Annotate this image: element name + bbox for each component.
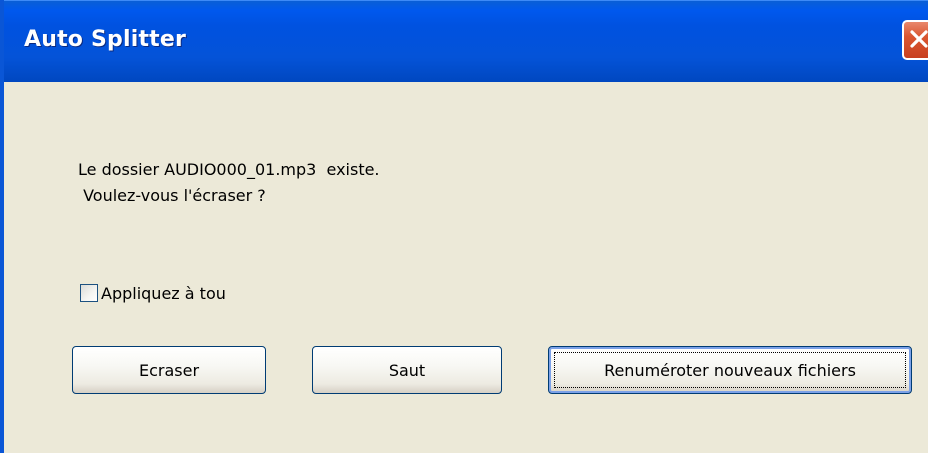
renumber-files-button[interactable]: Renuméroter nouveaux fichiers	[548, 346, 912, 394]
title-bar[interactable]: Auto Splitter	[4, 0, 928, 82]
apply-all-checkbox[interactable]	[80, 284, 98, 302]
message-line-2: Voulez-vous l'écraser ?	[78, 186, 266, 205]
close-button[interactable]	[902, 20, 928, 60]
dialog-window: Auto Splitter Le dossier AUDIO000_01.mp3…	[0, 0, 928, 453]
message-line-1: Le dossier AUDIO000_01.mp3 existe.	[78, 160, 380, 179]
renumber-files-label: Renuméroter nouveaux fichiers	[604, 360, 856, 380]
close-icon	[910, 30, 928, 48]
apply-all-label[interactable]: Appliquez à tou	[101, 284, 226, 303]
skip-button[interactable]: Saut	[312, 346, 502, 394]
overwrite-button[interactable]: Ecraser	[72, 346, 266, 394]
window-title: Auto Splitter	[24, 27, 187, 52]
